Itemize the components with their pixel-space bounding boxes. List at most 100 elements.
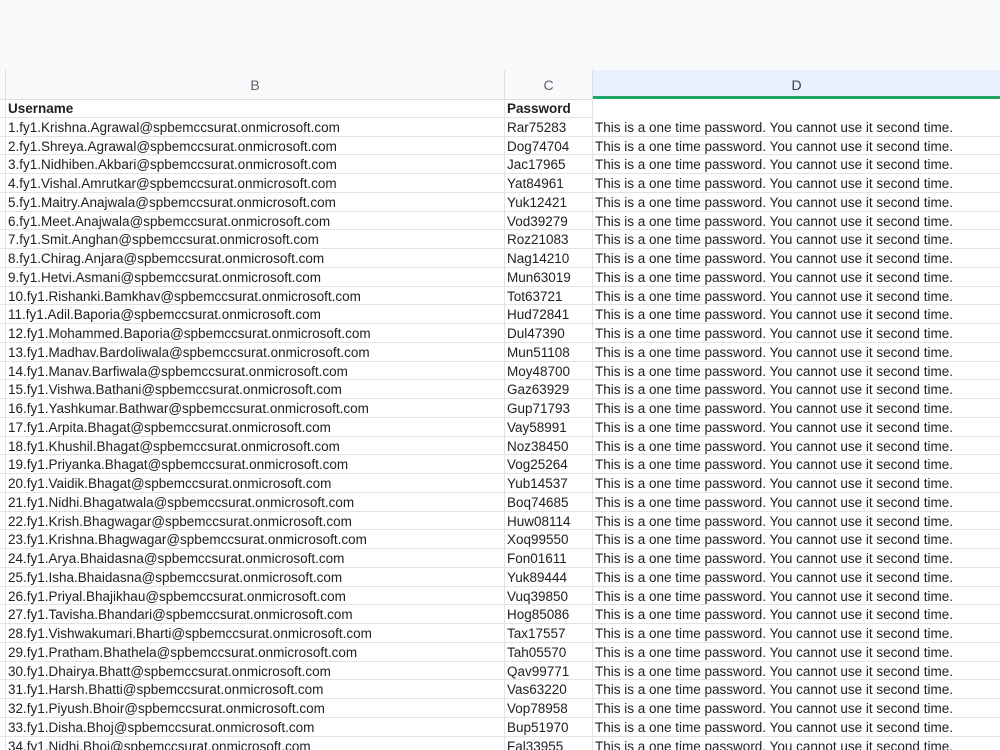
note-cell[interactable]: This is a one time password. You cannot …	[593, 399, 1000, 418]
note-cell[interactable]: This is a one time password. You cannot …	[593, 230, 1000, 249]
note-cell[interactable]: This is a one time password. You cannot …	[593, 137, 1000, 156]
spreadsheet-grid[interactable]: B C D Username Password 1.fy1.Krishna.Ag…	[0, 70, 1000, 750]
username-cell[interactable]: 7.fy1.Smit.Anghan@spbemccsurat.onmicroso…	[6, 230, 505, 249]
username-cell[interactable]: 32.fy1.Piyush.Bhoir@spbemccsurat.onmicro…	[6, 699, 505, 718]
password-cell[interactable]: Vod39279	[505, 211, 593, 231]
username-cell[interactable]: 1.fy1.Krishna.Agrawal@spbemccsurat.onmic…	[6, 117, 505, 137]
password-cell[interactable]: Tax17557	[505, 624, 593, 643]
password-cell[interactable]: Mun63019	[505, 267, 593, 287]
username-cell[interactable]: 18.fy1.Khushil.Bhagat@spbemccsurat.onmic…	[6, 436, 505, 456]
username-cell[interactable]: 19.fy1.Priyanka.Bhagat@spbemccsurat.onmi…	[6, 455, 505, 474]
note-cell[interactable]: This is a one time password. You cannot …	[593, 605, 1000, 624]
username-cell[interactable]: 4.fy1.Vishal.Amrutkar@spbemccsurat.onmic…	[6, 174, 505, 193]
column-header-d[interactable]: D	[593, 70, 1000, 100]
username-cell[interactable]: 34.fy1.Nidhi.Bhoj@spbemccsurat.onmicroso…	[6, 736, 505, 750]
username-cell[interactable]: 15.fy1.Vishwa.Bathani@spbemccsurat.onmic…	[6, 380, 505, 399]
username-cell[interactable]: 16.fy1.Yashkumar.Bathwar@spbemccsurat.on…	[6, 399, 505, 418]
note-cell[interactable]: This is a one time password. You cannot …	[593, 193, 1000, 212]
header-password-cell[interactable]: Password	[505, 99, 593, 118]
username-cell[interactable]: 17.fy1.Arpita.Bhagat@spbemccsurat.onmicr…	[6, 417, 505, 437]
note-cell[interactable]: This is a one time password. You cannot …	[593, 155, 1000, 174]
note-cell[interactable]: This is a one time password. You cannot …	[593, 362, 1000, 381]
password-cell[interactable]: Boq74685	[505, 492, 593, 512]
password-cell[interactable]: Yat84961	[505, 174, 593, 193]
column-header-c[interactable]: C	[505, 70, 593, 99]
header-note-cell[interactable]	[593, 99, 1000, 118]
password-cell[interactable]: Dul47390	[505, 324, 593, 343]
note-cell[interactable]: This is a one time password. You cannot …	[593, 549, 1000, 568]
username-cell[interactable]: 11.fy1.Adil.Baporia@spbemccsurat.onmicro…	[6, 305, 505, 324]
note-cell[interactable]: This is a one time password. You cannot …	[593, 174, 1000, 193]
note-cell[interactable]: This is a one time password. You cannot …	[593, 737, 1000, 750]
password-cell[interactable]: Roz21083	[505, 230, 593, 249]
note-cell[interactable]: This is a one time password. You cannot …	[593, 718, 1000, 737]
password-cell[interactable]: Hud72841	[505, 305, 593, 324]
note-cell[interactable]: This is a one time password. You cannot …	[593, 680, 1000, 699]
note-cell[interactable]: This is a one time password. You cannot …	[593, 699, 1000, 718]
note-cell[interactable]: This is a one time password. You cannot …	[593, 212, 1000, 231]
password-cell[interactable]: Dog74704	[505, 136, 593, 156]
password-cell[interactable]: Yuk12421	[505, 192, 593, 212]
note-cell[interactable]: This is a one time password. You cannot …	[593, 474, 1000, 493]
note-cell[interactable]: This is a one time password. You cannot …	[593, 249, 1000, 268]
username-cell[interactable]: 10.fy1.Rishanki.Bamkhav@spbemccsurat.onm…	[6, 286, 505, 306]
note-cell[interactable]: This is a one time password. You cannot …	[593, 305, 1000, 324]
username-cell[interactable]: 33.fy1.Disha.Bhoj@spbemccsurat.onmicroso…	[6, 717, 505, 737]
username-cell[interactable]: 21.fy1.Nidhi.Bhagatwala@spbemccsurat.onm…	[6, 492, 505, 512]
username-cell[interactable]: 9.fy1.Hetvi.Asmani@spbemccsurat.onmicros…	[6, 267, 505, 287]
note-cell[interactable]: This is a one time password. You cannot …	[593, 587, 1000, 606]
username-cell[interactable]: 22.fy1.Krish.Bhagwagar@spbemccsurat.onmi…	[6, 511, 505, 531]
note-cell[interactable]: This is a one time password. You cannot …	[593, 643, 1000, 662]
username-cell[interactable]: 28.fy1.Vishwakumari.Bharti@spbemccsurat.…	[6, 624, 505, 643]
password-cell[interactable]: Gup71793	[505, 399, 593, 418]
password-cell[interactable]: Jac17965	[505, 155, 593, 174]
username-cell[interactable]: 8.fy1.Chirag.Anjara@spbemccsurat.onmicro…	[6, 249, 505, 268]
username-cell[interactable]: 2.fy1.Shreya.Agrawal@spbemccsurat.onmicr…	[6, 136, 505, 156]
note-cell[interactable]: This is a one time password. You cannot …	[593, 455, 1000, 474]
username-cell[interactable]: 13.fy1.Madhav.Bardoliwala@spbemccsurat.o…	[6, 342, 505, 362]
username-cell[interactable]: 29.fy1.Pratham.Bhathela@spbemccsurat.onm…	[6, 642, 505, 662]
username-cell[interactable]: 3.fy1.Nidhiben.Akbari@spbemccsurat.onmic…	[6, 155, 505, 174]
username-cell[interactable]: 26.fy1.Priyal.Bhajikhau@spbemccsurat.onm…	[6, 586, 505, 606]
username-cell[interactable]: 24.fy1.Arya.Bhaidasna@spbemccsurat.onmic…	[6, 549, 505, 568]
password-cell[interactable]: Yub14537	[505, 474, 593, 493]
username-cell[interactable]: 6.fy1.Meet.Anajwala@spbemccsurat.onmicro…	[6, 211, 505, 231]
password-cell[interactable]: Xoq99550	[505, 530, 593, 549]
password-cell[interactable]: Nag14210	[505, 249, 593, 268]
note-cell[interactable]: This is a one time password. You cannot …	[593, 287, 1000, 306]
username-cell[interactable]: 30.fy1.Dhairya.Bhatt@spbemccsurat.onmicr…	[6, 661, 505, 681]
username-cell[interactable]: 23.fy1.Krishna.Bhagwagar@spbemccsurat.on…	[6, 530, 505, 549]
note-cell[interactable]: This is a one time password. You cannot …	[593, 512, 1000, 531]
password-cell[interactable]: Tot63721	[505, 286, 593, 306]
note-cell[interactable]: This is a one time password. You cannot …	[593, 418, 1000, 437]
note-cell[interactable]: This is a one time password. You cannot …	[593, 530, 1000, 549]
password-cell[interactable]: Noz38450	[505, 436, 593, 456]
password-cell[interactable]: Huw08114	[505, 511, 593, 531]
note-cell[interactable]: This is a one time password. You cannot …	[593, 624, 1000, 643]
password-cell[interactable]: Bup51970	[505, 717, 593, 737]
username-cell[interactable]: 5.fy1.Maitry.Anajwala@spbemccsurat.onmic…	[6, 192, 505, 212]
note-cell[interactable]: This is a one time password. You cannot …	[593, 343, 1000, 362]
username-cell[interactable]: 27.fy1.Tavisha.Bhandari@spbemccsurat.onm…	[6, 605, 505, 624]
password-cell[interactable]: Vay58991	[505, 417, 593, 437]
password-cell[interactable]: Fal33955	[505, 736, 593, 750]
note-cell[interactable]: This is a one time password. You cannot …	[593, 324, 1000, 343]
username-cell[interactable]: 31.fy1.Harsh.Bhatti@spbemccsurat.onmicro…	[6, 680, 505, 699]
password-cell[interactable]: Gaz63929	[505, 380, 593, 399]
password-cell[interactable]: Tah05570	[505, 642, 593, 662]
note-cell[interactable]: This is a one time password. You cannot …	[593, 493, 1000, 512]
password-cell[interactable]: Yuk89444	[505, 567, 593, 587]
username-cell[interactable]: 25.fy1.Isha.Bhaidasna@spbemccsurat.onmic…	[6, 567, 505, 587]
username-cell[interactable]: 12.fy1.Mohammed.Baporia@spbemccsurat.onm…	[6, 324, 505, 343]
password-cell[interactable]: Hog85086	[505, 605, 593, 624]
note-cell[interactable]: This is a one time password. You cannot …	[593, 380, 1000, 399]
header-username-cell[interactable]: Username	[6, 99, 505, 118]
password-cell[interactable]: Qav99771	[505, 661, 593, 681]
note-cell[interactable]: This is a one time password. You cannot …	[593, 268, 1000, 287]
password-cell[interactable]: Rar75283	[505, 117, 593, 137]
note-cell[interactable]: This is a one time password. You cannot …	[593, 118, 1000, 137]
password-cell[interactable]: Vop78958	[505, 699, 593, 718]
password-cell[interactable]: Moy48700	[505, 361, 593, 381]
column-header-b[interactable]: B	[6, 70, 505, 99]
password-cell[interactable]: Fon01611	[505, 549, 593, 568]
